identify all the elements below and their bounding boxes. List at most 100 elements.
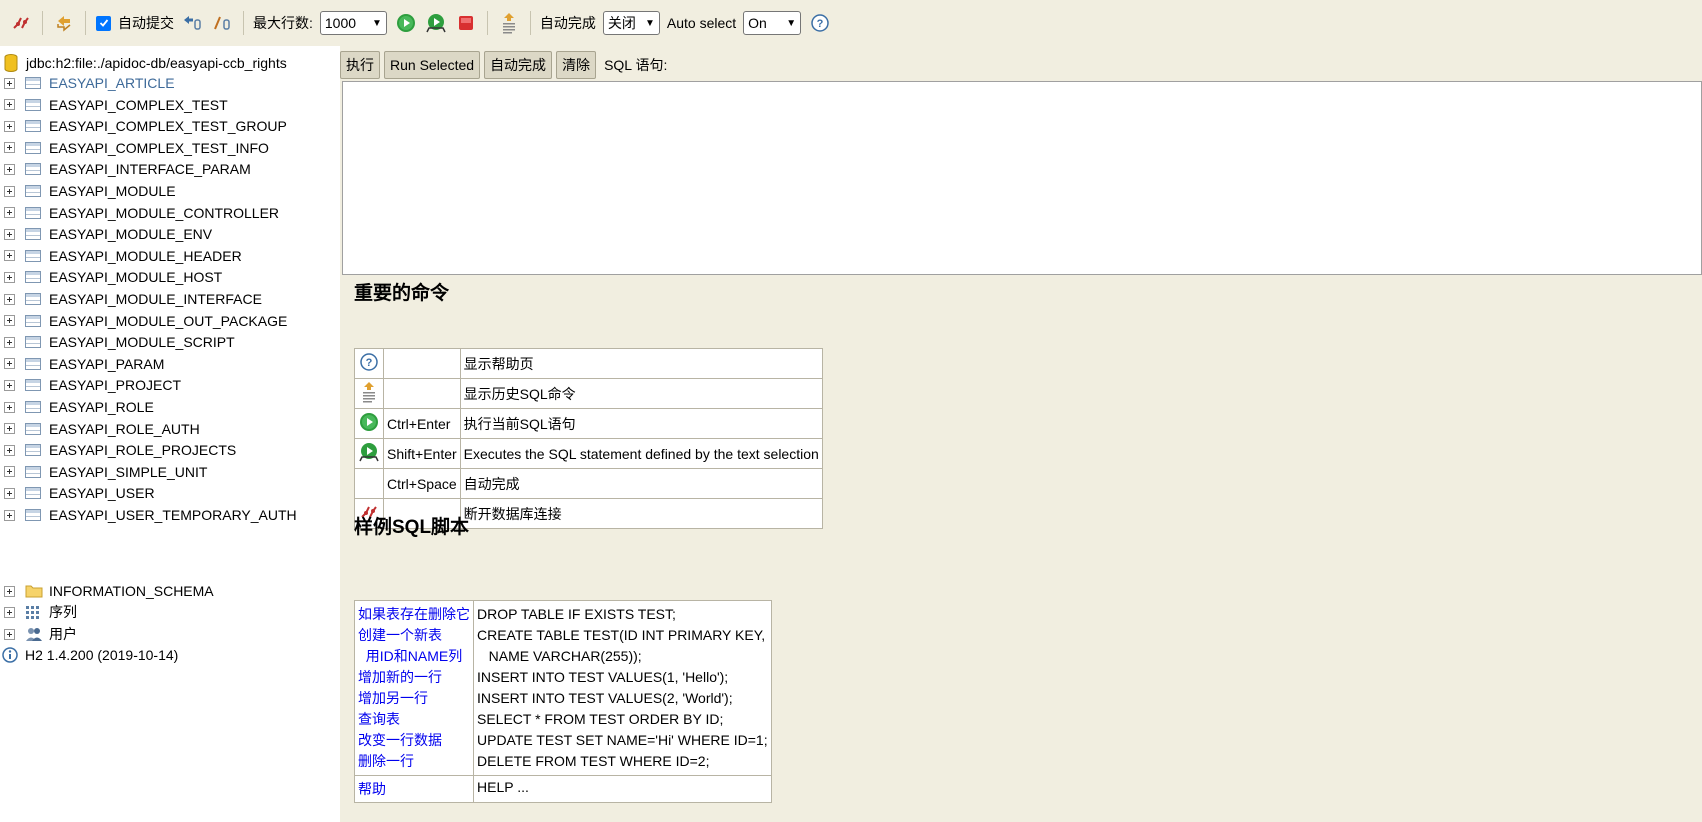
table-node[interactable]: EASYAPI_MODULE_INTERFACE (4, 288, 262, 310)
expand-icon[interactable] (4, 120, 15, 132)
expand-icon[interactable] (4, 487, 15, 499)
table-icon (25, 206, 41, 219)
expand-icon[interactable] (4, 606, 15, 618)
expand-icon[interactable] (4, 142, 15, 154)
table-icon (25, 401, 41, 413)
autocomplete-button[interactable]: 自动完成 (484, 51, 553, 79)
table-node[interactable]: EASYAPI_INTERFACE_PARAM (4, 158, 251, 180)
connection-node[interactable]: jdbc:h2:file:./apidoc-db/easyapi-ccb_rig… (4, 53, 287, 73)
sample-description-link[interactable]: 查询表 (358, 709, 470, 730)
table-node[interactable]: EASYAPI_MODULE_CONTROLLER (4, 202, 279, 224)
sample-description-link[interactable]: 创建一个新表 (358, 625, 470, 646)
sample-description-link[interactable]: 删除一行 (358, 751, 470, 772)
history-icon[interactable] (498, 12, 520, 34)
execute-button[interactable]: 执行 (340, 51, 380, 79)
table-node[interactable]: EASYAPI_PARAM (4, 353, 164, 375)
table-label: EASYAPI_COMPLEX_TEST (49, 96, 228, 113)
sql-editor[interactable] (342, 81, 1702, 275)
table-node[interactable]: EASYAPI_ROLE_PROJECTS (4, 439, 236, 461)
run-selected-icon[interactable] (425, 12, 447, 34)
toolbar-separator (486, 11, 488, 35)
table-icon (25, 271, 41, 284)
expand-icon[interactable] (4, 271, 15, 283)
command-shortcut: Shift+Enter (383, 438, 461, 469)
sequences-node[interactable]: 序列 (4, 601, 77, 623)
expand-icon[interactable] (4, 379, 15, 391)
table-node[interactable]: EASYAPI_SIMPLE_UNIT (4, 461, 207, 483)
table-node[interactable]: EASYAPI_ARTICLE (4, 72, 175, 94)
expand-icon[interactable] (4, 401, 15, 413)
users-node[interactable]: 用户 (4, 623, 77, 645)
table-node[interactable]: EASYAPI_MODULE_OUT_PACKAGE (4, 310, 287, 332)
help-statement: HELP ... (473, 775, 772, 803)
expand-icon[interactable] (4, 228, 15, 240)
autocommit-checkbox[interactable] (96, 15, 111, 31)
table-label: EASYAPI_ROLE_PROJECTS (49, 442, 237, 459)
table-node[interactable]: EASYAPI_USER_TEMPORARY_AUTH (4, 504, 297, 526)
table-label: EASYAPI_MODULE_INTERFACE (49, 291, 262, 307)
expand-icon[interactable] (4, 466, 15, 478)
table-node[interactable]: EASYAPI_ROLE_AUTH (4, 418, 200, 440)
table-node[interactable]: EASYAPI_MODULE_SCRIPT (4, 331, 235, 353)
expand-icon[interactable] (4, 628, 15, 640)
max-rows-value: 1000 (324, 15, 357, 31)
sample-description-link[interactable]: 用ID和NAME列 (358, 646, 470, 667)
sample-description-link[interactable]: 增加另一行 (358, 688, 470, 709)
expand-icon[interactable] (4, 358, 15, 370)
expand-icon[interactable] (4, 423, 15, 435)
help-link[interactable]: 帮助 (354, 775, 474, 803)
stop-icon[interactable] (455, 12, 477, 34)
table-label: EASYAPI_MODULE_HOST (49, 269, 223, 286)
autocomplete-label: 自动完成 (539, 15, 596, 31)
chevron-down-icon: ▼ (644, 17, 655, 29)
expand-icon[interactable] (4, 293, 15, 305)
table-label: EASYAPI_PROJECT (49, 377, 182, 394)
clear-button[interactable]: 清除 (556, 51, 597, 79)
run-icon[interactable] (359, 412, 379, 432)
expand-icon[interactable] (4, 585, 15, 597)
important-commands-title: 重要的命令 (354, 283, 450, 304)
command-icon-cell (354, 378, 384, 409)
expand-icon[interactable] (4, 336, 15, 348)
sequences-label: 序列 (49, 604, 77, 620)
refresh-icon[interactable] (53, 12, 75, 34)
run-icon[interactable] (395, 12, 417, 34)
sample-description-link[interactable]: 如果表存在删除它 (358, 604, 470, 625)
table-node[interactable]: EASYAPI_COMPLEX_TEST_GROUP (4, 115, 287, 137)
table-node[interactable]: EASYAPI_ROLE (4, 396, 154, 418)
help-icon[interactable]: ? (360, 353, 378, 371)
table-node[interactable]: EASYAPI_PROJECT (4, 374, 181, 396)
run-selected-button[interactable]: Run Selected (384, 51, 481, 79)
table-node[interactable]: EASYAPI_MODULE (4, 180, 176, 202)
table-icon (25, 379, 41, 392)
svg-text:?: ? (366, 357, 373, 369)
expand-icon[interactable] (4, 250, 15, 262)
disconnect-icon[interactable] (10, 12, 32, 34)
rollback-icon[interactable] (181, 12, 203, 34)
run-selected-icon[interactable] (358, 442, 380, 462)
table-node[interactable]: EASYAPI_COMPLEX_TEST_INFO (4, 137, 269, 159)
expand-icon[interactable] (4, 77, 15, 89)
commit-icon[interactable] (211, 12, 233, 34)
autoselect-select[interactable]: On ▼ (743, 11, 802, 35)
expand-icon[interactable] (4, 207, 15, 219)
expand-icon[interactable] (4, 185, 15, 197)
max-rows-select[interactable]: 1000 ▼ (319, 11, 387, 35)
expand-icon[interactable] (4, 163, 15, 175)
expand-icon[interactable] (4, 315, 15, 327)
table-node[interactable]: EASYAPI_MODULE_HOST (4, 266, 222, 288)
sample-description-link[interactable]: 改变一行数据 (358, 730, 470, 751)
autocomplete-select[interactable]: 关闭 ▼ (602, 11, 660, 35)
table-node[interactable]: EASYAPI_COMPLEX_TEST (4, 94, 228, 116)
table-icon (25, 444, 41, 457)
expand-icon[interactable] (4, 509, 15, 521)
schema-node[interactable]: INFORMATION_SCHEMA (4, 580, 214, 602)
expand-icon[interactable] (4, 99, 15, 111)
table-node[interactable]: EASYAPI_USER (4, 482, 155, 504)
sample-description-link[interactable]: 增加新的一行 (358, 667, 470, 688)
help-icon[interactable]: ? (809, 12, 831, 34)
expand-icon[interactable] (4, 444, 15, 456)
table-node[interactable]: EASYAPI_MODULE_HEADER (4, 245, 242, 267)
history-icon[interactable] (360, 381, 378, 403)
table-node[interactable]: EASYAPI_MODULE_ENV (4, 223, 212, 245)
